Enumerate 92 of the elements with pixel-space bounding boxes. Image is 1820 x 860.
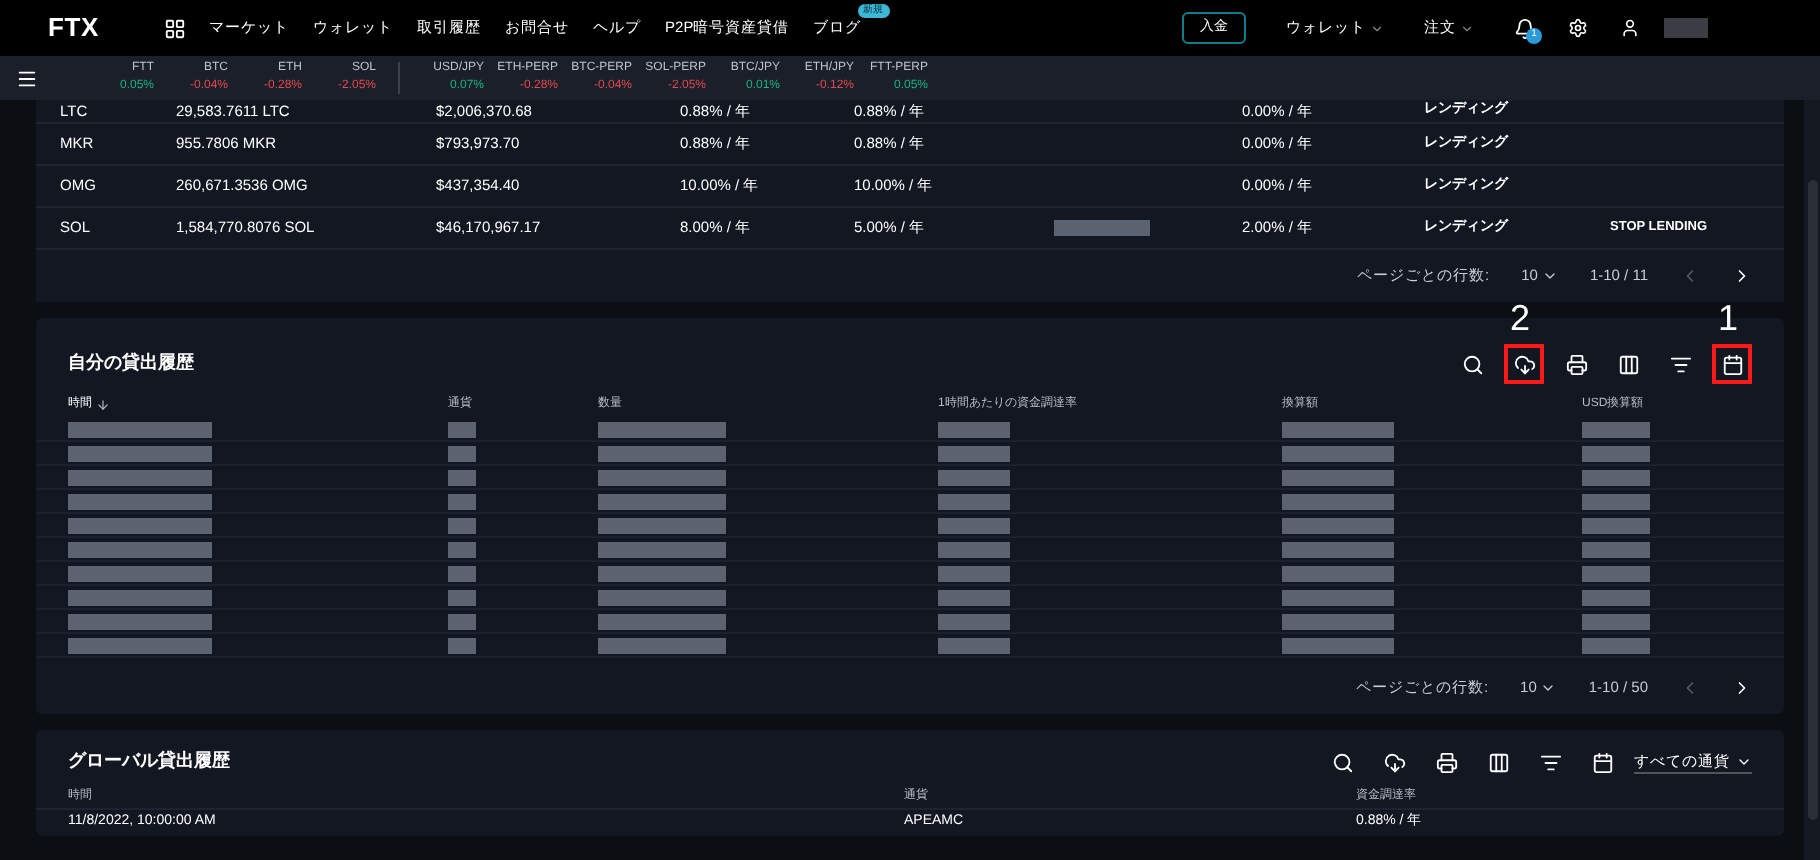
redacted-block bbox=[598, 445, 726, 461]
redacted-block bbox=[598, 469, 726, 485]
columns-icon bbox=[1487, 751, 1509, 773]
redacted-block bbox=[598, 613, 726, 629]
redacted-block bbox=[1282, 637, 1394, 653]
redacted-block bbox=[938, 637, 1010, 653]
redacted-block bbox=[68, 421, 212, 437]
redacted-block bbox=[1282, 445, 1394, 461]
redacted-block bbox=[448, 613, 476, 629]
redacted-block bbox=[68, 493, 212, 509]
callout-number: 1 bbox=[1718, 300, 1739, 336]
redacted-block bbox=[938, 445, 1010, 461]
redacted-block bbox=[68, 469, 212, 485]
calendar-icon bbox=[1721, 353, 1743, 375]
redacted-block bbox=[938, 613, 1010, 629]
redacted-block bbox=[938, 421, 1010, 437]
redacted-block bbox=[1282, 613, 1394, 629]
filter-icon bbox=[1669, 353, 1691, 375]
redacted-block bbox=[448, 493, 476, 509]
cloud-download-icon bbox=[1513, 353, 1535, 375]
redacted-block bbox=[1582, 469, 1650, 485]
redacted-block bbox=[1282, 421, 1394, 437]
sort-arrow-icon bbox=[96, 397, 110, 411]
redacted-block bbox=[1582, 613, 1650, 629]
menu-icon[interactable] bbox=[16, 67, 38, 89]
caret-icon bbox=[1370, 21, 1384, 35]
redacted-block bbox=[448, 637, 476, 653]
redacted-block bbox=[938, 517, 1010, 533]
redacted-block bbox=[938, 469, 1010, 485]
cloud-download-icon bbox=[1383, 751, 1405, 773]
columns-icon bbox=[1617, 353, 1639, 375]
redacted-block bbox=[938, 493, 1010, 509]
caret-icon bbox=[1540, 680, 1557, 696]
redacted-block bbox=[1582, 589, 1650, 605]
panel-title: 自分の貸出履歴 bbox=[68, 350, 194, 377]
redacted-block bbox=[1282, 469, 1394, 485]
redacted-block bbox=[1282, 589, 1394, 605]
redacted-block bbox=[448, 589, 476, 605]
redacted-block bbox=[598, 589, 726, 605]
search-icon bbox=[1331, 751, 1353, 773]
callout-number: 2 bbox=[1510, 300, 1531, 336]
printer-icon bbox=[1435, 751, 1457, 773]
redacted-block bbox=[938, 589, 1010, 605]
redacted-block bbox=[448, 445, 476, 461]
redacted-block bbox=[1282, 541, 1394, 557]
printer-icon bbox=[1565, 353, 1587, 375]
redacted-block bbox=[1582, 565, 1650, 581]
redacted-block bbox=[68, 613, 212, 629]
redacted-block bbox=[68, 517, 212, 533]
redacted-block bbox=[938, 565, 1010, 581]
redacted-block bbox=[1282, 517, 1394, 533]
redacted-block bbox=[598, 637, 726, 653]
redacted-block bbox=[598, 517, 726, 533]
redacted-block bbox=[68, 565, 212, 581]
bell-icon[interactable] bbox=[1514, 17, 1536, 39]
redacted-block bbox=[1582, 517, 1650, 533]
redacted-block bbox=[598, 421, 726, 437]
redacted-block bbox=[1282, 565, 1394, 581]
calendar-icon bbox=[1591, 751, 1613, 773]
redacted-block bbox=[448, 421, 476, 437]
redacted-block bbox=[1282, 493, 1394, 509]
redacted-block bbox=[1054, 220, 1150, 236]
redacted-block bbox=[598, 541, 726, 557]
redacted-block bbox=[598, 565, 726, 581]
caret-icon bbox=[1460, 21, 1474, 35]
redacted-block bbox=[448, 517, 476, 533]
redacted-block bbox=[68, 637, 212, 653]
filter-icon bbox=[1539, 751, 1561, 773]
settings-icon[interactable] bbox=[1568, 18, 1588, 38]
redacted-block bbox=[1582, 445, 1650, 461]
redacted-username bbox=[1664, 18, 1708, 38]
redacted-block bbox=[1582, 541, 1650, 557]
redacted-block bbox=[598, 493, 726, 509]
calendar-button[interactable] bbox=[1712, 344, 1752, 384]
caret-icon bbox=[1541, 268, 1558, 284]
redacted-block bbox=[1582, 493, 1650, 509]
redacted-block bbox=[68, 541, 212, 557]
logo[interactable]: FTX bbox=[48, 8, 100, 48]
redacted-block bbox=[68, 589, 212, 605]
redacted-block bbox=[448, 541, 476, 557]
redacted-block bbox=[938, 541, 1010, 557]
redacted-block bbox=[68, 445, 212, 461]
redacted-block bbox=[448, 565, 476, 581]
redacted-block bbox=[1582, 421, 1650, 437]
redacted-block bbox=[448, 469, 476, 485]
cloud-download-button[interactable] bbox=[1504, 344, 1544, 384]
scrollbar[interactable] bbox=[1804, 100, 1820, 860]
grid-icon[interactable] bbox=[163, 17, 186, 39]
panel-title: グローバル貸出履歴 bbox=[68, 748, 230, 775]
redacted-block bbox=[1582, 637, 1650, 653]
user-icon[interactable] bbox=[1620, 18, 1640, 38]
search-icon bbox=[1461, 353, 1483, 375]
